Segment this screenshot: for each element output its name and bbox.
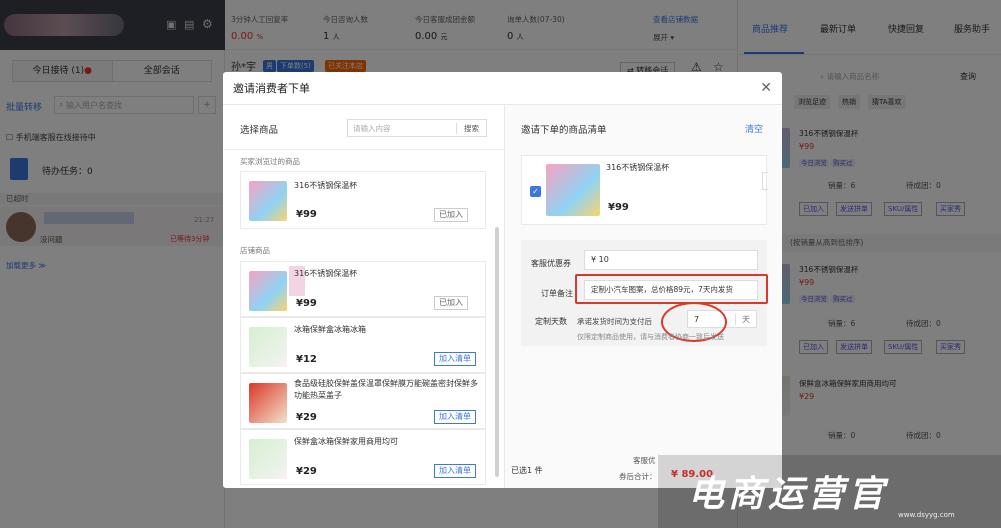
- product-name: 冰箱保鲜盒冰箱冰箱: [294, 325, 366, 334]
- add-to-list-button[interactable]: 加入清单: [434, 410, 476, 424]
- product-price: ¥99: [608, 202, 629, 213]
- shop-product-card: 保鲜盒冰箱保鲜家用商用均可 ¥29 加入清单: [240, 429, 486, 485]
- close-icon[interactable]: ✕: [760, 80, 772, 96]
- add-to-list-button[interactable]: 加入清单: [434, 464, 476, 478]
- product-search-field[interactable]: 请输入内容 搜索: [347, 119, 487, 137]
- modal-header: 邀请消费者下单 ✕: [223, 72, 782, 105]
- invite-order-modal: 邀请消费者下单 ✕ 选择商品 请输入内容 搜索 买家浏览过的商品 316不锈钢保…: [223, 72, 782, 488]
- remark-label: 订单备注: [541, 289, 573, 298]
- product-thumbnail: [249, 181, 287, 221]
- coupon-input[interactable]: ¥ 10: [584, 250, 758, 270]
- product-name: 保鲜盒冰箱保鲜家用商用均可: [294, 437, 398, 446]
- select-title: 选择商品: [240, 125, 279, 136]
- product-price: ¥99: [296, 209, 317, 220]
- divider: [223, 149, 505, 150]
- order-item-checkbox[interactable]: ✓: [530, 186, 541, 197]
- order-item-card: ✓ 316不锈钢保温杯 ¥99: [521, 155, 768, 225]
- watermark-area: 电商运营官 www.dsyyg.com: [658, 455, 1001, 528]
- quantity-stepper[interactable]: [762, 172, 768, 190]
- product-select-panel: 选择商品 请输入内容 搜索 买家浏览过的商品 316不锈钢保温杯 ¥99 已加入…: [223, 105, 505, 488]
- product-name: 316不锈钢保温杯: [294, 181, 358, 190]
- product-name: 食品级硅胶保鲜盖保温罩保鲜膜万能碗盖密封保鲜多功能热菜盖子: [294, 379, 478, 400]
- shop-product-card: 冰箱保鲜盒冰箱冰箱 ¥12 加入清单: [240, 317, 486, 373]
- shop-section-label: 店铺商品: [240, 246, 270, 255]
- shop-product-card: 食品级硅胶保鲜盖保温罩保鲜膜万能碗盖密封保鲜多功能热菜盖子 ¥29 加入清单: [240, 373, 486, 429]
- order-options: 客服优惠券 ¥ 10 订单备注 定制小汽车图案，总价格89元，7天内发货 定制天…: [521, 240, 768, 346]
- product-price: ¥99: [296, 298, 317, 309]
- product-thumbnail: [249, 271, 287, 311]
- coupon-label: 客服优惠券: [531, 259, 571, 268]
- product-thumbnail: [249, 439, 287, 479]
- product-name: 316不锈钢保温杯: [294, 269, 358, 278]
- product-thumbnail: [249, 327, 287, 367]
- product-name: 316不锈钢保温杯: [606, 163, 670, 172]
- viewed-product-card: 316不锈钢保温杯 ¥99 已加入: [240, 171, 486, 229]
- product-price: ¥12: [296, 354, 317, 365]
- custom-days-text: 承诺发货时间为支付后: [577, 317, 652, 326]
- watermark-url: www.dsyyg.com: [898, 511, 955, 519]
- added-button[interactable]: 已加入: [434, 208, 468, 222]
- highlight-box: [575, 274, 768, 304]
- clear-button[interactable]: 清空: [745, 122, 763, 135]
- shop-product-card: 316不锈钢保温杯 ¥99 已加入: [240, 261, 486, 317]
- product-price: ¥29: [296, 412, 317, 423]
- order-list-title: 邀请下单的商品清单: [521, 125, 607, 136]
- custom-days-hint: 仅限定制商品使用，请与消费者协商一致后发送: [577, 333, 724, 341]
- watermark-logo: 电商运营官: [688, 473, 889, 515]
- product-thumbnail: [546, 164, 600, 216]
- order-list-panel: 邀请下单的商品清单 清空 ✓ 316不锈钢保温杯 ¥99 客服优惠券 ¥ 10 …: [505, 105, 782, 488]
- custom-days-label: 定制天数: [535, 317, 567, 326]
- modal-title: 邀请消费者下单: [233, 82, 310, 95]
- product-price: ¥29: [296, 466, 317, 477]
- added-button[interactable]: 已加入: [434, 296, 468, 310]
- search-button[interactable]: 搜索: [456, 122, 486, 134]
- service-coupon-note: 客服优: [633, 456, 656, 465]
- product-thumbnail: [249, 383, 287, 423]
- add-to-list-button[interactable]: 加入清单: [434, 352, 476, 366]
- selected-count: 已选1 件: [511, 466, 543, 475]
- scrollbar[interactable]: [495, 227, 499, 477]
- viewed-section-label: 买家浏览过的商品: [240, 157, 300, 166]
- total-label: 券后合计：: [619, 472, 657, 481]
